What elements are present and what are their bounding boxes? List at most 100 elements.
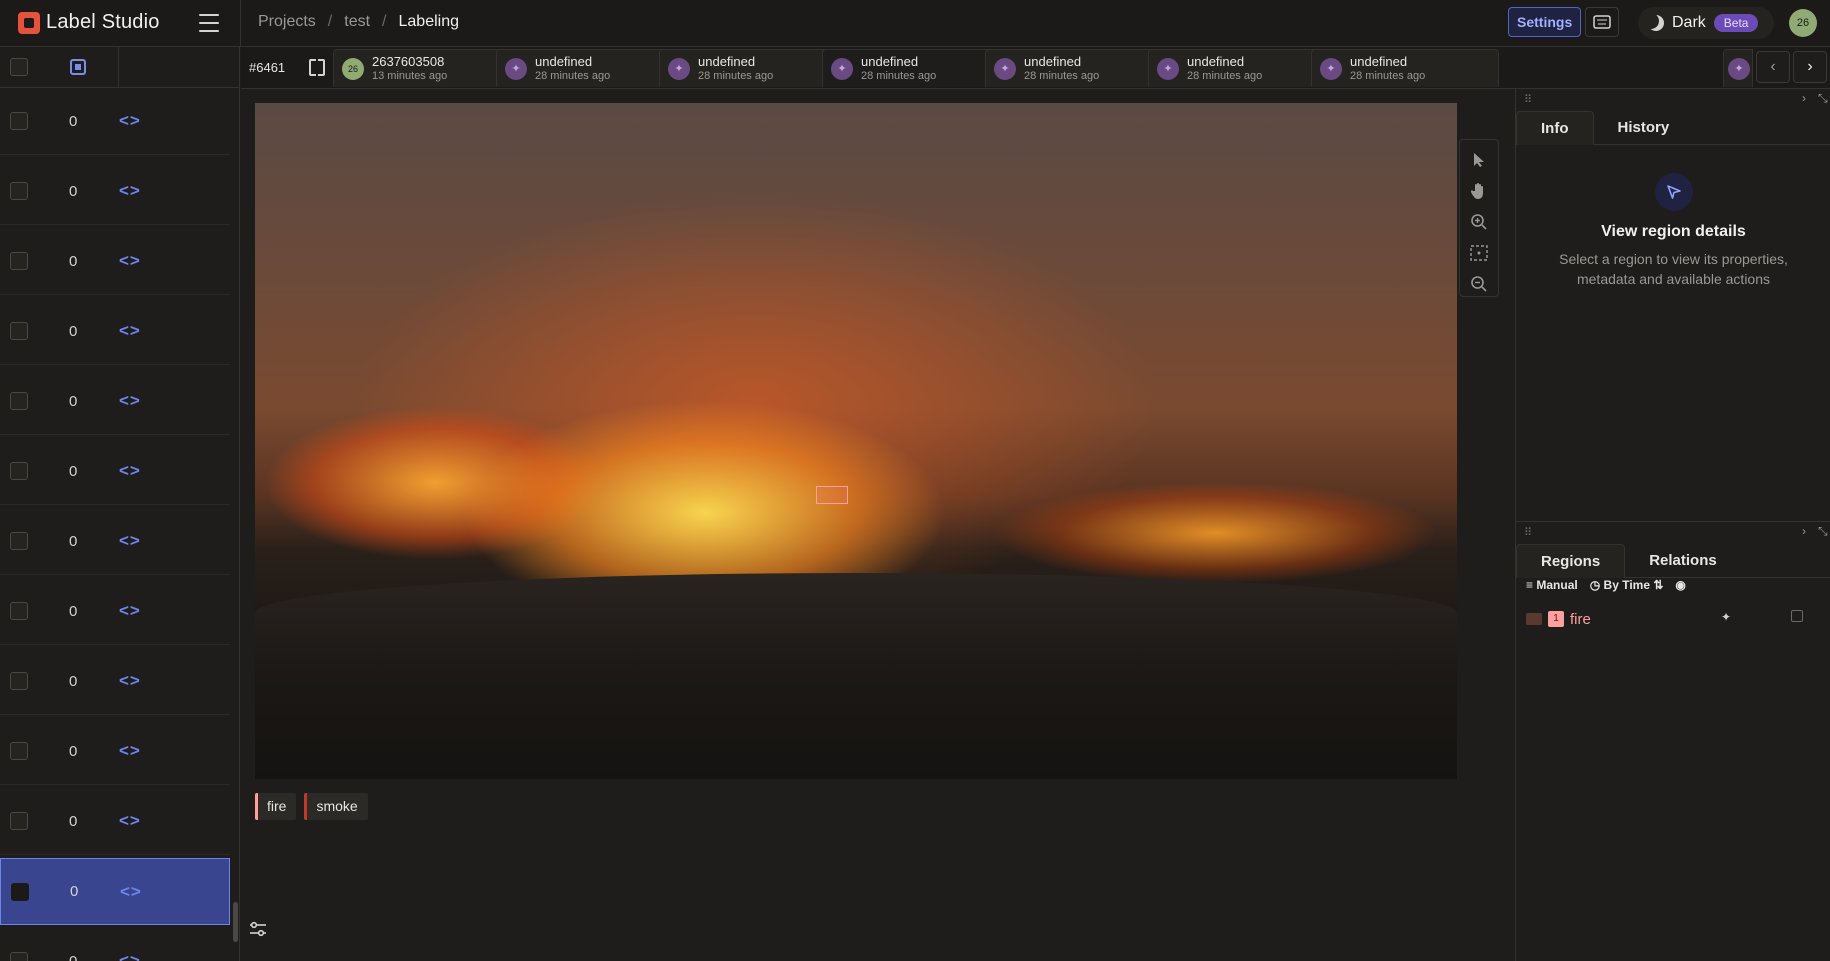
task-row[interactable]: 0 <> xyxy=(0,438,230,505)
zoom-out-icon[interactable] xyxy=(1468,273,1490,296)
select-all-checkbox[interactable] xyxy=(10,58,28,76)
user-avatar: 26 xyxy=(342,57,364,80)
split-view-icon[interactable] xyxy=(309,59,325,76)
order-time-label: By Time xyxy=(1603,578,1650,592)
annotation-time: 28 minutes ago xyxy=(535,69,611,82)
labeling-area: fire smoke xyxy=(241,89,1515,961)
task-row[interactable]: 0 <> xyxy=(0,88,230,155)
row-checkbox[interactable] xyxy=(10,392,28,410)
task-row[interactable]: 0 <> xyxy=(0,578,230,645)
expand-panel-icon[interactable]: ⤡ xyxy=(1818,524,1828,539)
order-by-time-button[interactable]: ◷ By Time ⇅ xyxy=(1590,578,1664,592)
row-checkbox[interactable] xyxy=(10,322,28,340)
annotation-tab-text: undefined 28 minutes ago xyxy=(861,54,936,83)
settings-button[interactable]: Settings xyxy=(1508,7,1582,37)
row-checkbox[interactable] xyxy=(10,742,28,760)
task-row[interactable]: 0 <> xyxy=(0,718,230,785)
zoom-in-icon[interactable] xyxy=(1468,210,1490,233)
label-smoke[interactable]: smoke xyxy=(304,793,368,820)
beta-badge: Beta xyxy=(1713,14,1759,32)
annotation-title: undefined xyxy=(698,53,756,69)
collapse-panel-icon[interactable]: › xyxy=(1802,524,1806,538)
row-checkbox[interactable] xyxy=(10,602,28,620)
sparkle-icon[interactable]: ✦ xyxy=(1721,610,1731,624)
annotation-title: undefined xyxy=(1024,53,1082,69)
annotation-time: 28 minutes ago xyxy=(1350,69,1426,82)
prediction-avatar-icon: ✦ xyxy=(505,57,527,80)
task-row[interactable]: 0 <> xyxy=(0,788,230,855)
task-row[interactable]: 0 <> xyxy=(0,858,230,925)
annotation-tab[interactable]: ✦ undefined 28 minutes ago xyxy=(659,49,847,87)
drag-handle-icon[interactable]: ⠿ xyxy=(1524,93,1533,106)
task-row[interactable]: 0 <> xyxy=(0,368,230,435)
keyboard-shortcuts-button[interactable] xyxy=(1585,7,1619,37)
breadcrumb-projects[interactable]: Projects xyxy=(258,13,316,31)
row-checkbox[interactable] xyxy=(10,462,28,480)
user-avatar[interactable]: 26 xyxy=(1789,9,1817,37)
collapse-panel-icon[interactable]: › xyxy=(1802,91,1806,105)
region-thumbnail xyxy=(1526,613,1542,625)
prediction-avatar-icon: ✦ xyxy=(831,57,853,80)
breadcrumb-separator: / xyxy=(382,13,387,30)
expand-panel-icon[interactable]: ⤡ xyxy=(1818,91,1828,106)
task-row[interactable]: 0 <> xyxy=(0,158,230,225)
label-fire[interactable]: fire xyxy=(255,793,297,820)
annotation-tab-text: undefined 28 minutes ago xyxy=(1187,54,1262,83)
region-item[interactable]: 1 fire ✦ xyxy=(1526,606,1816,632)
annotation-tab[interactable]: ✦ undefined 28 minutes ago xyxy=(1311,49,1499,87)
annotation-tab[interactable]: 26 2637603508 13 minutes ago xyxy=(333,49,521,87)
fit-to-screen-icon[interactable] xyxy=(1468,242,1490,265)
task-row[interactable]: 0 <> xyxy=(0,508,230,575)
tab-regions[interactable]: Regions xyxy=(1516,544,1626,578)
code-icon: <> xyxy=(119,391,141,410)
code-icon: <> xyxy=(119,671,141,690)
row-checkbox[interactable] xyxy=(10,952,28,961)
eye-icon[interactable]: ◉ xyxy=(1675,578,1685,592)
region-details-empty: View region details Select a region to v… xyxy=(1516,173,1830,289)
tab-info[interactable]: Info xyxy=(1516,111,1594,145)
region-bounding-box[interactable] xyxy=(816,486,848,504)
pointer-tool-icon[interactable] xyxy=(1468,148,1490,171)
row-checkbox[interactable] xyxy=(10,252,28,270)
menu-icon[interactable] xyxy=(199,14,219,32)
brand[interactable]: Label Studio xyxy=(18,11,160,34)
row-checkbox[interactable] xyxy=(11,882,29,901)
tab-relations[interactable]: Relations xyxy=(1625,544,1741,578)
annotation-tab[interactable]: ✦ undefined 28 minutes ago xyxy=(1148,49,1336,87)
prediction-avatar-icon: ✦ xyxy=(1157,57,1179,80)
theme-toggle[interactable]: Dark Beta xyxy=(1638,7,1774,39)
row-checkbox[interactable] xyxy=(10,112,28,130)
tabs-prev-button[interactable]: ‹ xyxy=(1756,51,1790,83)
drag-handle-icon[interactable]: ⠿ xyxy=(1524,526,1533,539)
scrollbar[interactable] xyxy=(233,902,238,942)
row-checkbox[interactable] xyxy=(10,182,28,200)
annotation-tab-text: undefined 28 minutes ago xyxy=(1350,54,1426,83)
tab-history[interactable]: History xyxy=(1594,111,1694,145)
task-row[interactable]: 0 <> xyxy=(0,228,230,295)
task-row[interactable]: 0 <> xyxy=(0,928,230,961)
row-checkbox[interactable] xyxy=(10,532,28,550)
chevron-left-icon: ‹ xyxy=(1770,58,1776,75)
order-manual-button[interactable]: ≡ Manual xyxy=(1526,578,1578,592)
row-checkbox[interactable] xyxy=(10,672,28,690)
annotation-count: 0 xyxy=(69,812,78,830)
row-checkbox[interactable] xyxy=(10,812,28,830)
region-label: fire xyxy=(1570,610,1591,628)
annotation-tab[interactable]: ✦undefined28 minutes ago⋮ xyxy=(822,49,1010,87)
tabs-next-button[interactable]: › xyxy=(1793,51,1827,83)
lock-icon[interactable] xyxy=(1791,610,1803,622)
breadcrumb: Projects / test / Labeling xyxy=(258,13,459,31)
annotation-count: 0 xyxy=(69,252,78,270)
list-icon: ≡ xyxy=(1526,578,1534,592)
image-canvas[interactable] xyxy=(255,103,1457,779)
annotation-tab-overflow[interactable]: ✦ xyxy=(1723,49,1753,87)
pan-hand-icon[interactable] xyxy=(1468,179,1490,202)
annotation-tab[interactable]: ✦ undefined 28 minutes ago xyxy=(985,49,1173,87)
breadcrumb-project[interactable]: test xyxy=(344,13,370,31)
settings-sliders-icon[interactable] xyxy=(248,919,268,939)
columns-icon[interactable] xyxy=(70,59,86,75)
annotation-tabs-bar: #6461 + 26263760350813 minutes ago✦undef… xyxy=(241,47,1830,89)
task-row[interactable]: 0 <> xyxy=(0,648,230,715)
annotation-tab[interactable]: ✦ undefined 28 minutes ago xyxy=(496,49,684,87)
task-row[interactable]: 0 <> xyxy=(0,298,230,365)
